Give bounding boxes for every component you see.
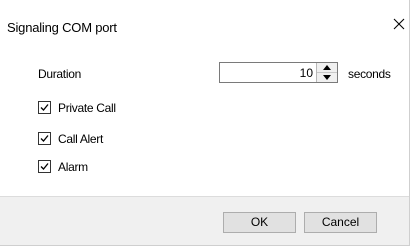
- close-icon: [393, 18, 405, 30]
- checkmark-icon: [40, 135, 49, 142]
- dialog-content: Duration 10 seconds Private Call Call Al…: [0, 40, 409, 196]
- checkmark-icon: [40, 163, 49, 170]
- duration-spin-buttons: [316, 63, 337, 82]
- duration-value[interactable]: 10: [300, 66, 313, 80]
- call-alert-checkbox[interactable]: [38, 132, 51, 145]
- duration-label: Duration: [38, 67, 81, 81]
- cancel-button[interactable]: Cancel: [304, 212, 377, 233]
- call-alert-label[interactable]: Call Alert: [58, 132, 103, 146]
- spin-up-icon: [323, 65, 331, 70]
- signaling-com-port-dialog: Signaling COM port Duration 10 seconds P…: [0, 0, 410, 246]
- duration-decrement-button[interactable]: [317, 73, 337, 82]
- private-call-label[interactable]: Private Call: [58, 101, 116, 115]
- private-call-checkbox[interactable]: [38, 101, 51, 114]
- alarm-checkbox[interactable]: [38, 160, 51, 173]
- duration-increment-button[interactable]: [317, 63, 337, 73]
- close-button[interactable]: [385, 12, 410, 36]
- spin-down-icon: [323, 75, 331, 80]
- seconds-unit-label: seconds: [348, 67, 391, 81]
- checkmark-icon: [40, 104, 49, 111]
- title-bar: Signaling COM port: [0, 0, 409, 40]
- button-bar: OK Cancel: [0, 197, 409, 245]
- dialog-title: Signaling COM port: [7, 20, 117, 35]
- alarm-label[interactable]: Alarm: [58, 160, 88, 174]
- duration-spinbox[interactable]: 10: [219, 62, 338, 83]
- ok-button[interactable]: OK: [223, 212, 296, 233]
